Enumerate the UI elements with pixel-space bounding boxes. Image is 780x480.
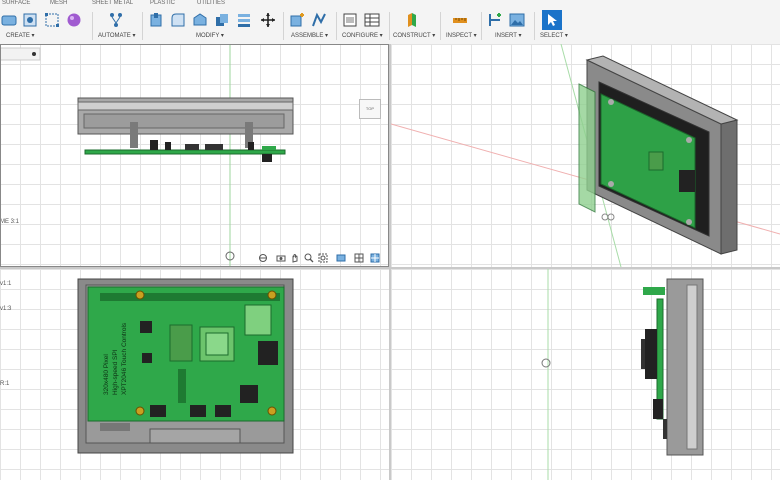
shell-icon[interactable]	[192, 12, 208, 28]
construct-group: CONSTRUCT ▾	[393, 10, 439, 42]
select-group: SELECT ▾	[538, 10, 574, 42]
align-icon[interactable]	[236, 12, 252, 28]
scale-label: R:1	[0, 381, 10, 387]
create-group: CREATE ▾	[0, 10, 86, 42]
separator	[336, 12, 337, 40]
ribbon-toolbar: SURFACE MESH SHEET METAL PLASTIC UTILITI…	[0, 0, 780, 45]
display-settings-icon[interactable]	[336, 253, 346, 263]
orbit-icon[interactable]	[258, 253, 268, 263]
pcb-text-line1: 320x480 Pixel	[103, 354, 110, 395]
separator	[283, 12, 284, 40]
view-cube[interactable]: TOP	[359, 99, 381, 119]
zoom-icon[interactable]	[304, 253, 314, 263]
viewport-top[interactable]: 320x480 Pixel High-speed SPI XPT2046 Tou…	[0, 269, 389, 480]
navigation-bar	[256, 251, 386, 265]
side-view-drawing	[541, 269, 704, 480]
select-label[interactable]: SELECT ▾	[540, 32, 568, 39]
scale-label: ME 3:1	[0, 219, 20, 225]
separator	[440, 12, 441, 40]
fit-icon[interactable]	[318, 253, 328, 263]
viewports-icon[interactable]	[370, 253, 380, 263]
automate-group: AUTOMATE ▾	[96, 10, 142, 42]
insert-group: INSERT ▾	[485, 10, 533, 42]
create-label[interactable]: CREATE ▾	[6, 32, 35, 39]
separator	[92, 12, 93, 40]
viewport-iso[interactable]	[391, 44, 780, 267]
grid-settings-icon[interactable]	[354, 253, 364, 263]
assemble-label[interactable]: ASSEMBLE ▾	[291, 32, 328, 39]
viewport-front[interactable]: TOP ME 3:1	[0, 44, 389, 267]
separator	[389, 12, 390, 40]
viewport-divider-vertical[interactable]	[389, 44, 391, 480]
construct-plane-icon[interactable]	[405, 12, 421, 28]
configure-icon[interactable]	[342, 12, 358, 28]
pan-icon[interactable]	[290, 253, 300, 263]
tab-sheet-metal[interactable]: SHEET METAL	[92, 0, 133, 6]
combine-icon[interactable]	[214, 12, 230, 28]
separator	[142, 12, 143, 40]
front-view-drawing	[0, 44, 294, 267]
configure-group: CONFIGURE ▾	[340, 10, 388, 42]
automate-icon[interactable]	[108, 12, 124, 28]
inspect-label[interactable]: INSPECT ▾	[446, 32, 477, 39]
assemble-group: ASSEMBLE ▾	[287, 10, 335, 42]
inspect-group: INSPECT ▾	[444, 10, 480, 42]
press-pull-icon[interactable]	[148, 12, 164, 28]
automate-label[interactable]: AUTOMATE ▾	[98, 32, 135, 39]
pcb-text-line3: XPT2046 Touch Controls	[121, 322, 128, 395]
edit-form-icon[interactable]	[44, 12, 60, 28]
tab-plastic[interactable]: PLASTIC	[150, 0, 175, 6]
sphere-icon[interactable]	[66, 12, 82, 28]
box-icon[interactable]	[22, 12, 38, 28]
select-icon[interactable]	[542, 10, 562, 30]
new-component-icon[interactable]	[289, 12, 305, 28]
look-at-icon[interactable]	[276, 253, 286, 263]
create-sketch-icon[interactable]	[1, 12, 17, 28]
iso-view-drawing	[391, 44, 780, 267]
scale-label: v1:1	[0, 281, 12, 287]
separator	[481, 12, 482, 40]
insert-label[interactable]: INSERT ▾	[495, 32, 521, 39]
tab-utilities[interactable]: UTILITIES	[197, 0, 225, 6]
configure-label[interactable]: CONFIGURE ▾	[342, 32, 383, 39]
modify-label[interactable]: MODIFY ▾	[196, 32, 224, 39]
top-view-drawing: 320x480 Pixel High-speed SPI XPT2046 Tou…	[77, 278, 294, 454]
modify-group: MODIFY ▾	[146, 10, 280, 42]
tab-mesh[interactable]: MESH	[50, 0, 67, 6]
viewport-divider-horizontal[interactable]	[0, 267, 780, 269]
measure-icon[interactable]	[452, 12, 468, 28]
fillet-icon[interactable]	[170, 12, 186, 28]
pcb-text-line2: High-speed SPI	[112, 349, 119, 395]
scale-label: v1:3	[0, 306, 12, 312]
move-icon[interactable]	[260, 12, 276, 28]
construct-label[interactable]: CONSTRUCT ▾	[393, 32, 435, 39]
insert-image-icon[interactable]	[509, 12, 525, 28]
separator	[534, 12, 535, 40]
tab-surface[interactable]: SURFACE	[2, 0, 30, 6]
table-icon[interactable]	[364, 12, 380, 28]
viewport-side[interactable]	[391, 269, 780, 480]
joint-icon[interactable]	[311, 12, 327, 28]
insert-derive-icon[interactable]	[487, 12, 503, 28]
